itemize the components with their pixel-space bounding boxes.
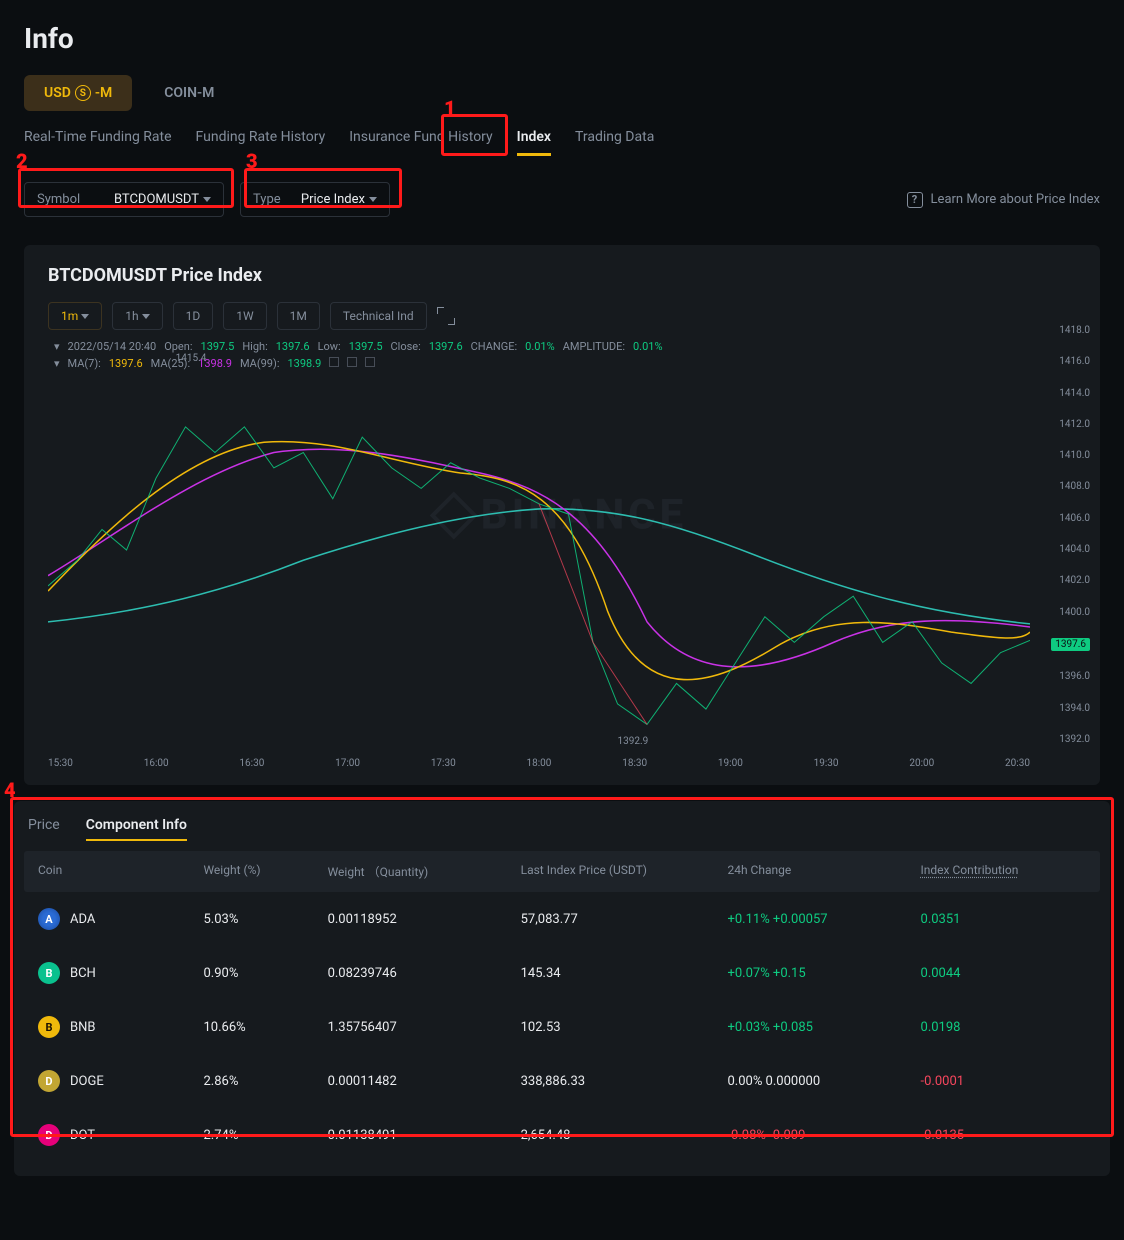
weight-pct: 2.86%	[203, 1074, 327, 1089]
callout-num-4: 4	[4, 778, 16, 802]
chevron-down-icon	[142, 314, 150, 319]
subnav-index[interactable]: Index	[517, 129, 551, 155]
change-24h: 0.00% 0.000000	[727, 1074, 920, 1089]
ohlc-readout: ▾ 2022/05/14 20:40 Open:1397.5 High:1397…	[48, 340, 1076, 353]
timeframe-row: 1m 1h 1D 1W 1M Technical Ind	[48, 302, 1076, 330]
chart-canvas[interactable]: 1415.4 1392.9	[48, 355, 1030, 745]
chevron-down-icon	[369, 197, 377, 202]
weight-qty: 0.00118952	[328, 912, 521, 927]
change-24h: -0.08% -0.009	[727, 1128, 920, 1143]
coin-symbol: DOT	[70, 1128, 95, 1143]
index-contribution: -0.0001	[921, 1074, 1086, 1089]
learn-more-link[interactable]: ? Learn More about Price Index	[907, 192, 1100, 208]
tf-1w[interactable]: 1W	[223, 302, 266, 330]
coin-symbol: BNB	[70, 1020, 95, 1035]
index-contribution: 0.0044	[921, 966, 1086, 981]
weight-pct: 2.74%	[203, 1128, 327, 1143]
learn-more-label: Learn More about Price Index	[931, 192, 1100, 207]
currency-tabs: USDS-M COIN-M	[0, 65, 1124, 111]
chart-panel: BTCDOMUSDT Price Index 1m 1h 1D 1W 1M Te…	[24, 245, 1100, 785]
type-value: Price Index	[301, 192, 365, 207]
last-price: 102.53	[521, 1020, 728, 1035]
symbol-label: Symbol	[37, 192, 80, 207]
weight-qty: 0.00011482	[328, 1074, 521, 1089]
tab-component-info[interactable]: Component Info	[86, 817, 187, 841]
last-price: 338,886.33	[521, 1074, 728, 1089]
type-select[interactable]: Type Price Index	[240, 182, 390, 217]
tab-usdm[interactable]: USDS-M	[24, 75, 132, 111]
subnav-funding-history[interactable]: Funding Rate History	[196, 129, 326, 155]
chevron-down-icon	[203, 197, 211, 202]
table-row[interactable]: B BNB 10.66%1.35756407102.53+0.03% +0.0850…	[24, 1000, 1100, 1054]
fullscreen-icon[interactable]	[437, 307, 455, 325]
change-24h: +0.07% +0.15	[727, 966, 920, 981]
coin-icon: D	[38, 1070, 60, 1092]
subnav: Real-Time Funding Rate Funding Rate Hist…	[0, 111, 1124, 168]
chevron-down-icon	[81, 314, 89, 319]
help-icon: ?	[907, 192, 923, 208]
tf-1h[interactable]: 1h	[112, 302, 162, 330]
last-price: 145.34	[521, 966, 728, 981]
subnav-insurance[interactable]: Insurance Fund History	[349, 129, 492, 155]
coin-icon: B	[38, 962, 60, 984]
coin-icon: D	[38, 1124, 60, 1146]
weight-qty: 0.08239746	[328, 966, 521, 981]
table-body: A ADA 5.03%0.0011895257,083.77+0.11% +0.00…	[24, 892, 1100, 1162]
page-title: Info	[0, 0, 1124, 65]
index-contribution: -0.0135	[921, 1128, 1086, 1143]
change-24h: +0.11% +0.00057	[727, 912, 920, 927]
weight-qty: 1.35756407	[328, 1020, 521, 1035]
index-contribution: 0.0351	[921, 912, 1086, 927]
component-panel: Price Component Info Coin Weight (%) Wei…	[14, 801, 1110, 1176]
tab-price[interactable]: Price	[28, 817, 60, 841]
table-header: Coin Weight (%) Weight （Quantity) Last I…	[24, 851, 1100, 892]
coin-icon: A	[38, 908, 60, 930]
weight-qty: 0.01138491	[328, 1128, 521, 1143]
chart-title: BTCDOMUSDT Price Index	[48, 265, 1076, 286]
coin-icon: B	[38, 1016, 60, 1038]
table-row[interactable]: D DOT 2.74%0.011384912,654.48-0.08% -0.009…	[24, 1108, 1100, 1162]
table-row[interactable]: A ADA 5.03%0.0011895257,083.77+0.11% +0.00…	[24, 892, 1100, 946]
index-contribution: 0.0198	[921, 1020, 1086, 1035]
tab-coinm[interactable]: COIN-M	[144, 75, 234, 111]
symbol-value: BTCDOMUSDT	[114, 192, 199, 207]
subnav-funding-rate[interactable]: Real-Time Funding Rate	[24, 129, 172, 155]
x-axis: 15:3016:0016:3017:0017:3018:0018:3019:00…	[48, 758, 1030, 769]
y-axis: 1418.01416.01414.01412.01410.01408.01406…	[1040, 325, 1090, 745]
coin-symbol: ADA	[70, 912, 95, 927]
coin-symbol: BCH	[70, 966, 96, 981]
tf-1d[interactable]: 1D	[173, 302, 214, 330]
subnav-trading-data[interactable]: Trading Data	[575, 129, 654, 155]
chart-low-label: 1392.9	[618, 736, 649, 747]
last-price: 57,083.77	[521, 912, 728, 927]
chart-high-label: 1415.4	[176, 353, 207, 364]
weight-pct: 10.66%	[203, 1020, 327, 1035]
tf-1M[interactable]: 1M	[277, 302, 320, 330]
type-label: Type	[253, 192, 281, 207]
change-24h: +0.03% +0.085	[727, 1020, 920, 1035]
weight-pct: 5.03%	[203, 912, 327, 927]
tf-1m[interactable]: 1m	[48, 302, 102, 330]
last-price: 2,654.48	[521, 1128, 728, 1143]
table-row[interactable]: D DOGE 2.86%0.00011482338,886.330.00% 0.00…	[24, 1054, 1100, 1108]
coin-symbol: DOGE	[70, 1074, 104, 1089]
weight-pct: 0.90%	[203, 966, 327, 981]
technical-ind-button[interactable]: Technical Ind	[330, 302, 427, 330]
symbol-select[interactable]: Symbol BTCDOMUSDT	[24, 182, 224, 217]
table-row[interactable]: B BCH 0.90%0.08239746145.34+0.07% +0.150.0…	[24, 946, 1100, 1000]
